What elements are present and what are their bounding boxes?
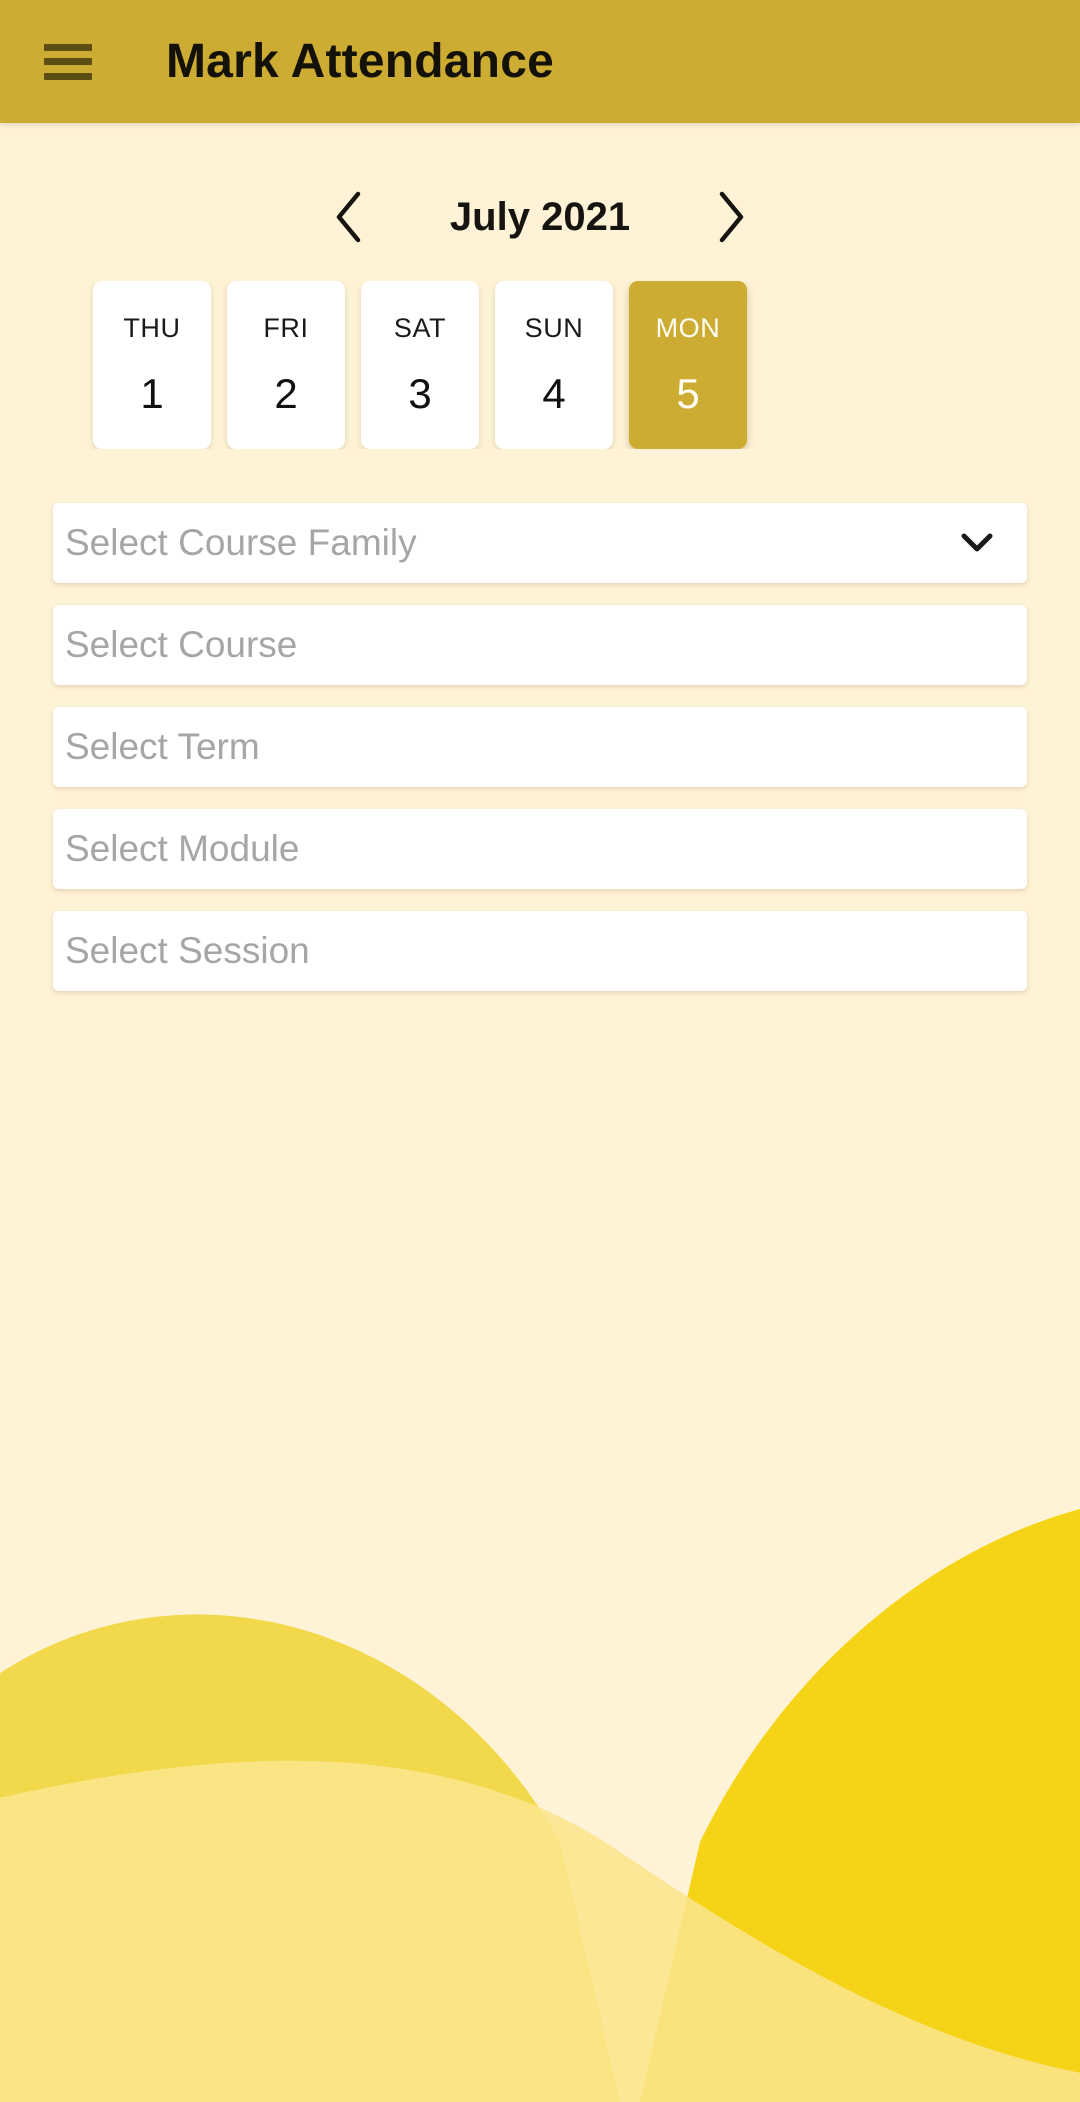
chevron-left-icon[interactable] (326, 185, 372, 249)
date-card[interactable]: FRI 2 (227, 281, 345, 449)
date-card-dow: SAT (393, 312, 447, 343)
date-card-dow: FRI (263, 312, 309, 343)
month-label: July 2021 (449, 194, 631, 239)
date-card[interactable]: SUN 4 (495, 281, 613, 449)
select-module-dropdown[interactable]: Select Module (53, 809, 1027, 889)
hamburger-bar-1 (44, 43, 92, 51)
date-card-dow: MON (655, 312, 721, 343)
month-navigator: July 2021 (0, 185, 1080, 249)
select-session-dropdown[interactable]: Select Session (53, 911, 1027, 991)
select-course-family-label: Select Course Family (65, 522, 417, 563)
selection-form: Select Course Family Select Course Selec… (0, 503, 1080, 991)
date-card-selected[interactable]: MON 5 (629, 281, 747, 449)
hamburger-bar-3 (44, 72, 92, 80)
decorative-hills-graphic (0, 1422, 1080, 2102)
date-card-dom: 1 (140, 369, 164, 417)
hill-right (640, 1508, 1080, 2102)
select-course-dropdown[interactable]: Select Course (53, 605, 1027, 685)
date-card[interactable]: SAT 3 (361, 281, 479, 449)
app-bar: Mark Attendance (0, 0, 1080, 123)
page-title: Mark Attendance (166, 35, 554, 88)
hill-front (0, 1760, 1080, 2102)
date-card-dom: 4 (542, 369, 566, 417)
select-term-dropdown[interactable]: Select Term (53, 707, 1027, 787)
select-session-label: Select Session (65, 930, 310, 971)
date-card-dow: THU (123, 312, 181, 343)
hamburger-bar-2 (44, 58, 92, 65)
select-module-label: Select Module (65, 828, 300, 869)
date-card[interactable]: THU 1 (93, 281, 211, 449)
date-card-dom: 5 (676, 369, 700, 417)
date-card-dom: 3 (408, 369, 432, 417)
hamburger-menu-icon[interactable] (44, 43, 92, 80)
select-course-label: Select Course (65, 624, 298, 665)
main-content: July 2021 THU 1 FRI 2 SAT 3 SUN 4 MON 5 (0, 185, 1080, 991)
date-card-dom: 2 (274, 369, 298, 417)
chevron-down-icon[interactable] (957, 523, 997, 563)
hill-left (0, 1614, 620, 2102)
date-strip[interactable]: THU 1 FRI 2 SAT 3 SUN 4 MON 5 (0, 281, 1080, 449)
chevron-right-icon[interactable] (708, 185, 754, 249)
date-card-dow: SUN (524, 312, 584, 343)
select-course-family-dropdown[interactable]: Select Course Family (53, 503, 1027, 583)
select-term-label: Select Term (65, 726, 260, 767)
